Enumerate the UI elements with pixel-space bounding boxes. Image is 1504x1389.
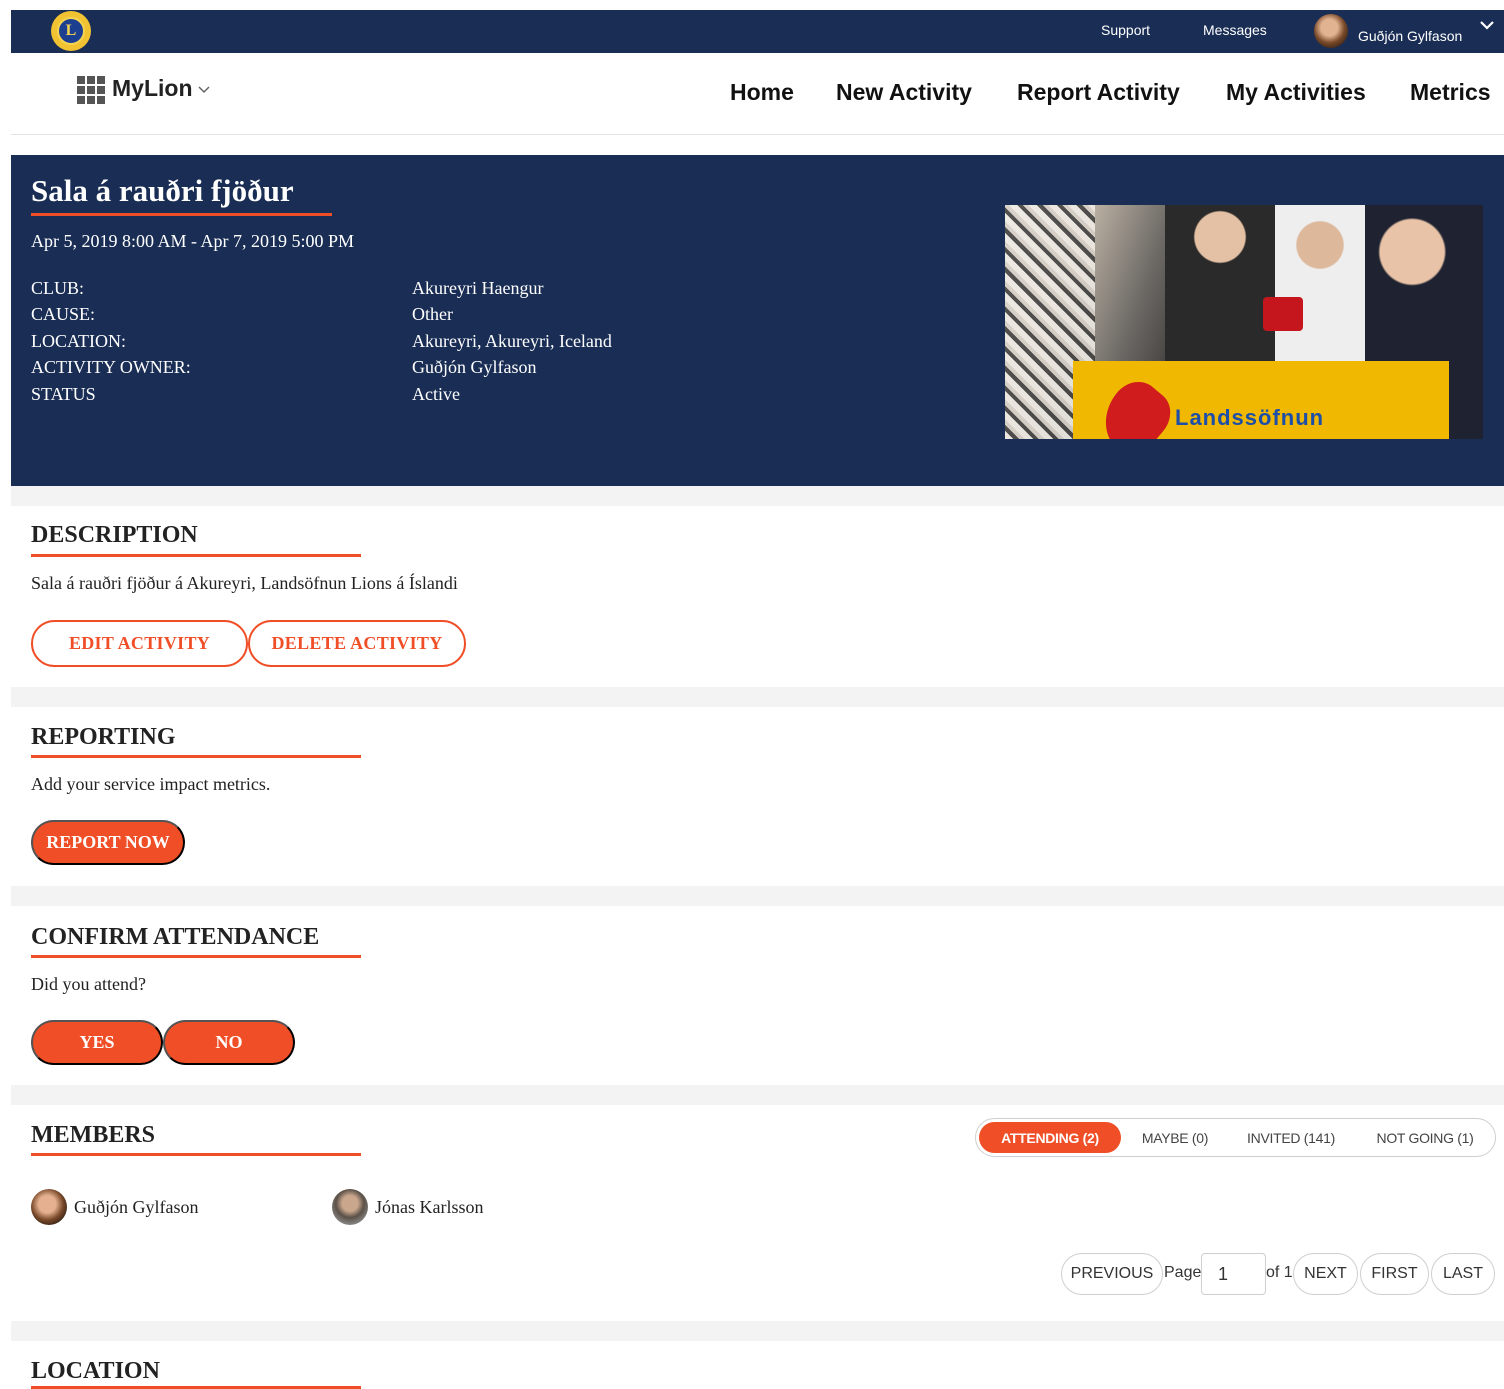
next-page-button[interactable]: NEXT (1293, 1253, 1358, 1295)
members-heading: MEMBERS (31, 1122, 156, 1148)
brand-name[interactable]: MyLion (112, 75, 193, 102)
description-heading: DESCRIPTION (31, 522, 198, 548)
status-label: STATUS (31, 384, 96, 404)
report-now-button[interactable]: REPORT NOW (31, 820, 185, 865)
location-value: Akureyri, Akureyri, Iceland (412, 331, 612, 351)
page-count: of 1 (1266, 1264, 1293, 1281)
app-grid-icon[interactable] (77, 76, 105, 104)
attendance-question: Did you attend? (31, 974, 146, 994)
activity-date-range: Apr 5, 2019 8:00 AM - Apr 7, 2019 5:00 P… (31, 231, 355, 251)
club-value: Akureyri Haengur (412, 278, 544, 298)
attend-yes-button[interactable]: YES (31, 1020, 163, 1065)
delete-activity-button[interactable]: DELETE ACTIVITY (248, 620, 466, 667)
top-bar: L Support Messages Guðjón Gylfason (11, 10, 1504, 53)
chevron-down-icon[interactable] (1478, 16, 1496, 34)
user-avatar[interactable] (1314, 14, 1348, 48)
brand-chevron-down-icon[interactable] (197, 84, 211, 96)
tab-maybe[interactable]: MAYBE (0) (1126, 1119, 1224, 1156)
location-heading: LOCATION (31, 1358, 160, 1384)
cause-value: Other (412, 304, 453, 324)
status-value: Active (412, 384, 460, 404)
member-avatar (31, 1189, 67, 1225)
members-filter-tabs: ATTENDING (2) MAYBE (0) INVITED (141) NO… (975, 1118, 1496, 1157)
member-item[interactable]: Guðjón Gylfason (31, 1189, 271, 1225)
member-name: Guðjón Gylfason (74, 1197, 199, 1217)
photo-banner-text: Landssöfnun (1175, 405, 1325, 430)
reporting-heading: REPORTING (31, 724, 176, 750)
support-link[interactable]: Support (1101, 22, 1150, 38)
attendance-underline (31, 955, 361, 958)
section-gap (11, 886, 1504, 906)
lions-logo[interactable]: L (51, 11, 91, 51)
activity-photo: Landssöfnun (1005, 205, 1483, 439)
nav-my-activities[interactable]: My Activities (1226, 79, 1366, 106)
tab-not-going[interactable]: NOT GOING (1) (1361, 1119, 1489, 1156)
member-name: Jónas Karlsson (375, 1197, 484, 1217)
nav-new-activity[interactable]: New Activity (836, 79, 972, 106)
tab-invited[interactable]: INVITED (141) (1231, 1119, 1351, 1156)
attend-no-button[interactable]: NO (163, 1020, 295, 1065)
previous-page-button[interactable]: PREVIOUS (1061, 1253, 1163, 1295)
activity-header: Sala á rauðri fjöður Apr 5, 2019 8:00 AM… (11, 155, 1504, 486)
tab-attending[interactable]: ATTENDING (2) (979, 1122, 1121, 1153)
last-page-button[interactable]: LAST (1431, 1253, 1495, 1295)
reporting-underline (31, 755, 361, 758)
section-gap (11, 486, 1504, 506)
page-number-input[interactable] (1201, 1253, 1266, 1295)
nav-metrics[interactable]: Metrics (1410, 79, 1491, 106)
messages-link[interactable]: Messages (1203, 22, 1267, 38)
section-gap (11, 687, 1504, 707)
location-label: LOCATION: (31, 331, 126, 351)
page-label: Page (1164, 1264, 1202, 1281)
members-underline (31, 1153, 361, 1156)
section-gap (11, 1321, 1504, 1341)
club-label: CLUB: (31, 278, 85, 298)
member-item[interactable]: Jónas Karlsson (332, 1189, 572, 1225)
activity-title: Sala á rauðri fjöður (31, 173, 294, 208)
owner-value: Guðjón Gylfason (412, 357, 537, 377)
main-nav: MyLion Home New Activity Report Activity… (11, 53, 1504, 135)
cause-label: CAUSE: (31, 304, 96, 324)
lions-logo-letter: L (57, 17, 85, 45)
description-text: Sala á rauðri fjöður á Akureyri, Landsöf… (31, 573, 458, 593)
first-page-button[interactable]: FIRST (1360, 1253, 1429, 1295)
nav-report-activity[interactable]: Report Activity (1017, 79, 1180, 106)
user-name[interactable]: Guðjón Gylfason (1358, 28, 1462, 44)
owner-label: ACTIVITY OWNER: (31, 357, 191, 377)
edit-activity-button[interactable]: EDIT ACTIVITY (31, 620, 248, 667)
description-underline (31, 554, 361, 557)
member-avatar (332, 1189, 368, 1225)
attendance-heading: CONFIRM ATTENDANCE (31, 924, 320, 950)
reporting-text: Add your service impact metrics. (31, 774, 271, 794)
section-gap (11, 1085, 1504, 1105)
nav-home[interactable]: Home (730, 79, 794, 106)
title-underline (31, 213, 332, 216)
